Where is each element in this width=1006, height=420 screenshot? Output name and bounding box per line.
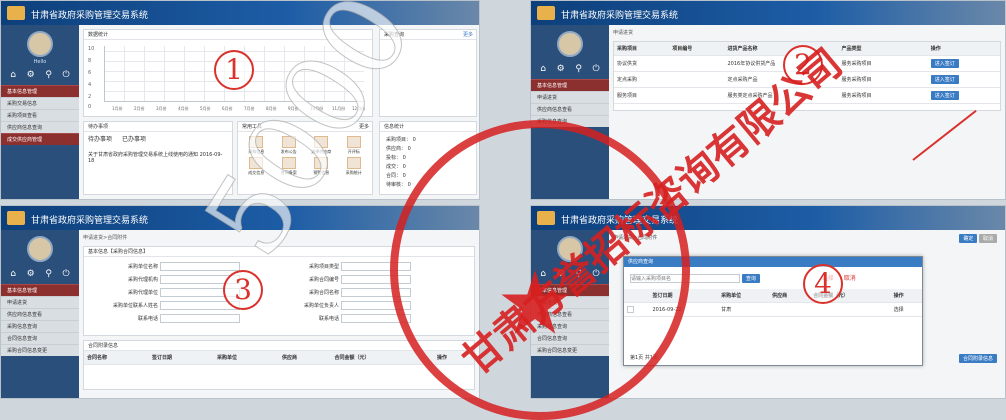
app-title: 甘肃省政府采购管理交易系统 xyxy=(31,11,149,21)
col-header: 合同名称 xyxy=(84,351,149,365)
enter-sign-button[interactable]: 进入签订 xyxy=(930,75,959,84)
sidebar-item[interactable]: 基本信息管理 xyxy=(531,79,609,91)
x-tick: 1月份 xyxy=(112,106,123,111)
app-title: 甘肃省政府采购管理交易系统 xyxy=(561,11,679,21)
power-icon[interactable]: ⏻ xyxy=(63,269,70,279)
location-icon[interactable]: ⚲ xyxy=(45,70,52,80)
todo-tabs: 待办事项 已办事项 xyxy=(84,132,232,145)
sidebar-item[interactable]: 供应商信息查询 xyxy=(1,121,79,133)
step-badge-4: 4 xyxy=(803,264,843,304)
tab-todo[interactable]: 待办事项 xyxy=(88,136,112,143)
app-title: 甘肃省政府采购管理交易系统 xyxy=(31,216,149,226)
step-badge-1: 1 xyxy=(214,50,254,90)
x-tick: 3月份 xyxy=(156,106,167,111)
app-logo xyxy=(7,6,25,20)
x-tick: 6月份 xyxy=(222,106,233,111)
sidebar: ⌂ ⚙ ⚲ ⏻ 基本信息管理 申请进货 供应商信息查看 采购信息查询 合同信息查… xyxy=(1,230,79,398)
form-row: 联系电话 xyxy=(88,313,279,326)
sidebar-item[interactable]: 供应商信息查看 xyxy=(531,103,609,115)
col-header: 产品类型 xyxy=(838,42,916,56)
pointer-arrow xyxy=(912,109,977,161)
location-icon[interactable]: ⚲ xyxy=(45,269,52,279)
enter-sign-button[interactable]: 进入签订 xyxy=(930,91,959,100)
avatar xyxy=(27,236,53,262)
enter-sign-button[interactable]: 进入签订 xyxy=(930,59,959,68)
y-tick: 2 xyxy=(88,94,92,100)
sidebar: Hello ⌂ ⚙ ⚲ ⏻ 基本信息管理 采购交易信息 采购项目查看 供应商信息… xyxy=(1,25,79,199)
col-header: 采购项目 xyxy=(614,42,670,56)
sidebar-item[interactable]: 基本信息管理 xyxy=(1,85,79,97)
modal-tab[interactable]: 取消 xyxy=(844,275,856,282)
y-tick: 0 xyxy=(88,104,92,110)
y-tick: 6 xyxy=(88,70,92,76)
col-header: 操作 xyxy=(927,42,1000,56)
col-header: 项目编号 xyxy=(669,42,725,56)
step-badge-3: 3 xyxy=(223,270,263,310)
sidebar-item[interactable]: 采购项目查看 xyxy=(1,109,79,121)
gear-icon[interactable]: ⚙ xyxy=(27,269,35,279)
col-header: 采购单位 xyxy=(214,351,279,365)
home-icon[interactable]: ⌂ xyxy=(10,269,16,279)
nav-icons: ⌂ ⚙ ⚲ ⏻ xyxy=(1,65,79,85)
sidebar-item[interactable]: 供应商信息查看 xyxy=(1,308,79,320)
col-header xyxy=(915,42,928,56)
text-field[interactable] xyxy=(159,262,240,271)
nav-icons: ⌂ ⚙ ⚲ ⏻ xyxy=(531,59,609,79)
app-logo xyxy=(7,211,25,225)
sidebar-item[interactable]: 采购信息查询 xyxy=(1,320,79,332)
y-tick: 4 xyxy=(88,82,92,88)
avatar xyxy=(27,31,53,57)
x-tick: 2月份 xyxy=(134,106,145,111)
top-right-actions: 确定 取消 xyxy=(959,234,997,243)
col-header: 操作 xyxy=(890,289,922,303)
sidebar-item[interactable]: 采购交易信息 xyxy=(1,97,79,109)
tab-done[interactable]: 已办事项 xyxy=(122,136,146,143)
power-icon[interactable]: ⏻ xyxy=(63,70,70,80)
nav-icons: ⌂ ⚙ ⚲ ⏻ xyxy=(1,264,79,284)
sidebar-item[interactable]: 合同信息查询 xyxy=(1,332,79,344)
home-icon[interactable]: ⌂ xyxy=(10,70,16,80)
gear-icon[interactable]: ⚙ xyxy=(27,70,35,80)
contract-info-button[interactable]: 合同附录信息 xyxy=(958,354,997,363)
todo-title: 待办事项 xyxy=(84,122,232,132)
gear-icon[interactable]: ⚙ xyxy=(557,64,565,74)
breadcrumb: 申请进货 xyxy=(613,30,634,36)
contract-info-button-wrap: 合同附录信息 xyxy=(958,354,997,363)
avatar xyxy=(557,31,583,57)
text-field[interactable] xyxy=(159,314,240,323)
info-stats-title: 信息统计 xyxy=(380,122,476,132)
col-header: 采购单位 xyxy=(718,289,770,303)
home-icon[interactable]: ⌂ xyxy=(540,64,546,74)
location-icon[interactable]: ⚲ xyxy=(575,64,582,74)
power-icon[interactable]: ⏻ xyxy=(593,64,600,74)
app-header: 甘肃省政府采购管理交易系统 xyxy=(531,1,1005,25)
more-link[interactable]: 更多 xyxy=(463,30,476,40)
cancel-button[interactable]: 取消 xyxy=(978,234,997,243)
confirm-button[interactable]: 确定 xyxy=(959,234,978,243)
y-tick: 10 xyxy=(88,46,95,52)
search-button[interactable]: 查询 xyxy=(741,274,760,283)
sidebar-item[interactable]: 采购合同信息变更 xyxy=(1,344,79,356)
sidebar-item[interactable]: 申请进货 xyxy=(531,91,609,103)
sidebar-item[interactable]: 申请进货 xyxy=(1,296,79,308)
x-tick: 4月份 xyxy=(178,106,189,111)
col-header: 供应商 xyxy=(279,351,332,365)
col-header: 签订日期 xyxy=(149,351,214,365)
sidebar-item[interactable]: 基本信息管理 xyxy=(1,284,79,296)
y-tick: 8 xyxy=(88,58,92,64)
x-tick: 5月份 xyxy=(200,106,211,111)
sidebar-item[interactable]: 成交供应商管理 xyxy=(1,133,79,145)
app-logo xyxy=(537,6,555,20)
